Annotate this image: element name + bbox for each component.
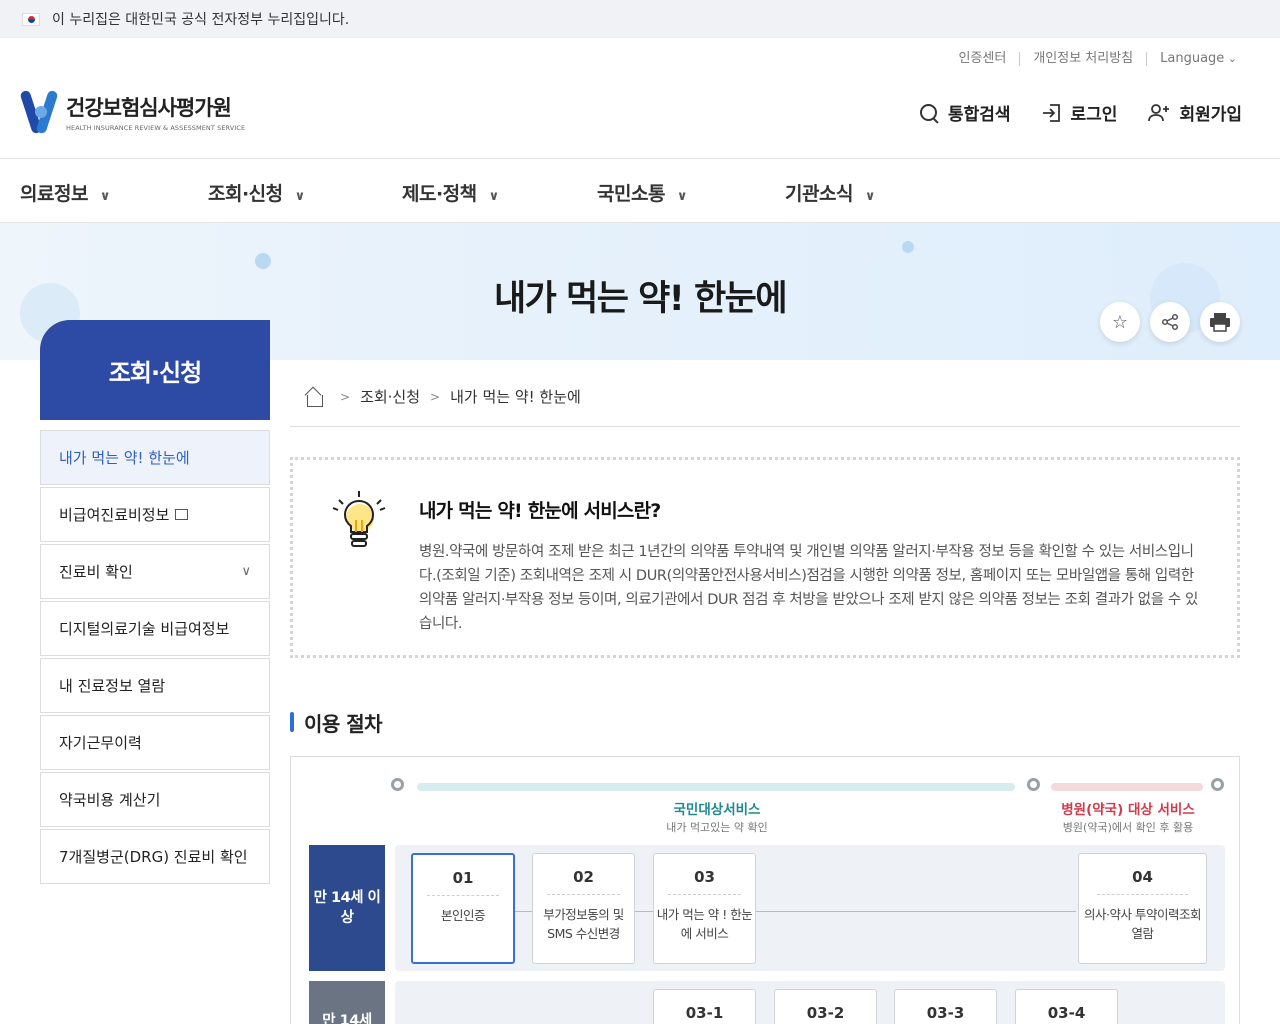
step-01[interactable]: 01 본인인증 [411, 853, 515, 964]
age-label-14-over: 만 14세 이상 [309, 845, 385, 971]
chevron-down-icon: ∨ [241, 564, 251, 579]
main-navigation: 의료정보 ∨ 조회·신청 ∨ 제도·정책 ∨ 국민소통 ∨ 기관소식 ∨ [0, 160, 1280, 223]
join-button[interactable]: 회원가입 [1147, 100, 1242, 125]
gov-banner-text: 이 누리집은 대한민국 공식 전자정부 누리집입니다. [52, 12, 350, 28]
chevron-right-icon: > [340, 389, 351, 404]
search-label: 통합검색 [947, 105, 1011, 125]
chevron-down-icon: ∨ [294, 189, 306, 204]
section-title-procedure: 이용 절차 [290, 708, 383, 737]
side-navigation: 내가 먹는 약! 한눈에 비급여진료비정보 진료비 확인 ∨ 디지털의료기술 비급… [40, 430, 270, 886]
connector [756, 911, 1076, 912]
home-icon[interactable] [304, 387, 324, 407]
lnb-item-noncovered-fee[interactable]: 비급여진료비정보 [40, 487, 270, 542]
chevron-down-icon: ∨ [488, 189, 500, 204]
step-03[interactable]: 03 내가 먹는 약 ! 한눈에 서비스 [653, 853, 756, 964]
util-cert-link[interactable]: 인증센터 [945, 52, 1019, 66]
header-actions: 통합검색 로그인 회원가입 [918, 100, 1242, 125]
lnb-item-pharmacy-calculator[interactable]: 약국비용 계산기 [40, 772, 270, 827]
new-window-icon [175, 509, 189, 520]
chevron-down-icon: ∨ [864, 189, 876, 204]
timeline-arrow [1051, 783, 1203, 791]
gnb-medical-info[interactable]: 의료정보 ∨ [20, 179, 110, 206]
service-sublabel-public: 내가 먹고있는 약 확인 [666, 821, 768, 834]
lnb-item-work-history[interactable]: 자기근무이력 [40, 715, 270, 770]
site-logo[interactable]: 건강보험심사평가원 HEALTH INSURANCE REVIEW & ASSE… [19, 88, 246, 136]
chevron-down-icon: ∨ [99, 189, 111, 204]
favorite-button[interactable]: ☆ [1100, 302, 1140, 342]
site-header: 인증센터 개인정보 처리방침 Language 건강보험심사평가원 HEALTH… [0, 38, 1280, 159]
language-select[interactable]: Language [1146, 52, 1250, 66]
connector [634, 911, 654, 912]
intro-title: 내가 먹는 약! 한눈에 서비스란? [419, 500, 661, 522]
service-label-hospital: 병원(약국) 대상 서비스 [1061, 802, 1195, 818]
search-icon [918, 102, 940, 124]
login-icon [1042, 103, 1060, 122]
step-03-2[interactable]: 03-2 [774, 989, 877, 1024]
lnb-item-digital-tech[interactable]: 디지털의료기술 비급여정보 [40, 601, 270, 656]
gnb-news[interactable]: 기관소식 ∨ [785, 179, 875, 206]
breadcrumb: > 조회·신청 > 내가 먹는 약! 한눈에 [304, 386, 581, 407]
timeline-point [1027, 778, 1040, 791]
breadcrumb-current: 내가 먹는 약! 한눈에 [450, 388, 581, 406]
step-02[interactable]: 02 부가정보동의 및 SMS 수신변경 [532, 853, 635, 964]
step-03-3[interactable]: 03-3 [894, 989, 997, 1024]
service-sublabel-hospital: 병원(약국)에서 확인 후 활용 [1062, 821, 1194, 834]
share-icon [1161, 313, 1179, 331]
connector [513, 911, 533, 912]
lnb-item-fee-check[interactable]: 진료비 확인 ∨ [40, 544, 270, 599]
print-button[interactable] [1200, 302, 1240, 342]
timeline-point [391, 778, 404, 791]
lnb-title: 조회·신청 [40, 320, 270, 420]
logo-mark-icon [19, 88, 59, 136]
lightbulb-icon [332, 491, 386, 547]
lnb-item-drg[interactable]: 7개질병군(DRG) 진료비 확인 [40, 829, 270, 884]
chevron-right-icon: > [430, 389, 441, 404]
share-button[interactable] [1150, 302, 1190, 342]
gnb-inquiry[interactable]: 조회·신청 ∨ [208, 179, 305, 206]
timeline-arrow [417, 783, 1015, 791]
util-privacy-link[interactable]: 개인정보 처리방침 [1019, 52, 1146, 66]
print-icon [1210, 313, 1230, 332]
utility-links: 인증센터 개인정보 처리방침 Language [945, 52, 1250, 66]
chevron-down-icon: ∨ [676, 189, 688, 204]
add-user-icon [1148, 103, 1170, 121]
logo-text-en: HEALTH INSURANCE REVIEW & ASSESSMENT SER… [66, 124, 246, 132]
lnb-item-my-medicine[interactable]: 내가 먹는 약! 한눈에 [40, 430, 270, 485]
step-04[interactable]: 04 의사·약사 투약이력조회 열람 [1078, 853, 1207, 964]
login-button[interactable]: 로그인 [1041, 100, 1118, 125]
step-03-4[interactable]: 03-4 [1015, 989, 1118, 1024]
breadcrumb-item[interactable]: 조회·신청 [360, 386, 420, 407]
page-title: 내가 먹는 약! 한눈에 [493, 279, 788, 319]
star-icon: ☆ [1111, 311, 1129, 333]
logo-text-ko: 건강보험심사평가원 [66, 96, 232, 120]
korea-flag-icon [22, 12, 40, 26]
join-label: 회원가입 [1179, 105, 1242, 125]
search-button[interactable]: 통합검색 [918, 100, 1011, 125]
age-label-under-14: 만 14세 [309, 981, 385, 1024]
gnb-policy[interactable]: 제도·정책 ∨ [402, 179, 499, 206]
gov-banner: 이 누리집은 대한민국 공식 전자정부 누리집입니다. [0, 0, 1280, 38]
service-label-public: 국민대상서비스 [673, 802, 761, 818]
step-03-1[interactable]: 03-1 [653, 989, 756, 1024]
timeline-point [1211, 778, 1224, 791]
intro-description: 병원.약국에 방문하여 조제 받은 최근 1년간의 의약품 투약내역 및 개인별… [419, 544, 1198, 632]
gnb-communication[interactable]: 국민소통 ∨ [597, 179, 687, 206]
lnb-item-my-records[interactable]: 내 진료정보 열람 [40, 658, 270, 713]
login-label: 로그인 [1070, 105, 1118, 125]
service-intro-box: 내가 먹는 약! 한눈에 서비스란? 병원.약국에 방문하여 조제 받은 최근 … [290, 457, 1240, 658]
divider [290, 426, 1240, 427]
page-tools: ☆ [1100, 302, 1240, 342]
procedure-diagram: 국민대상서비스 내가 먹고있는 약 확인 병원(약국) 대상 서비스 병원(약국… [290, 756, 1240, 1024]
